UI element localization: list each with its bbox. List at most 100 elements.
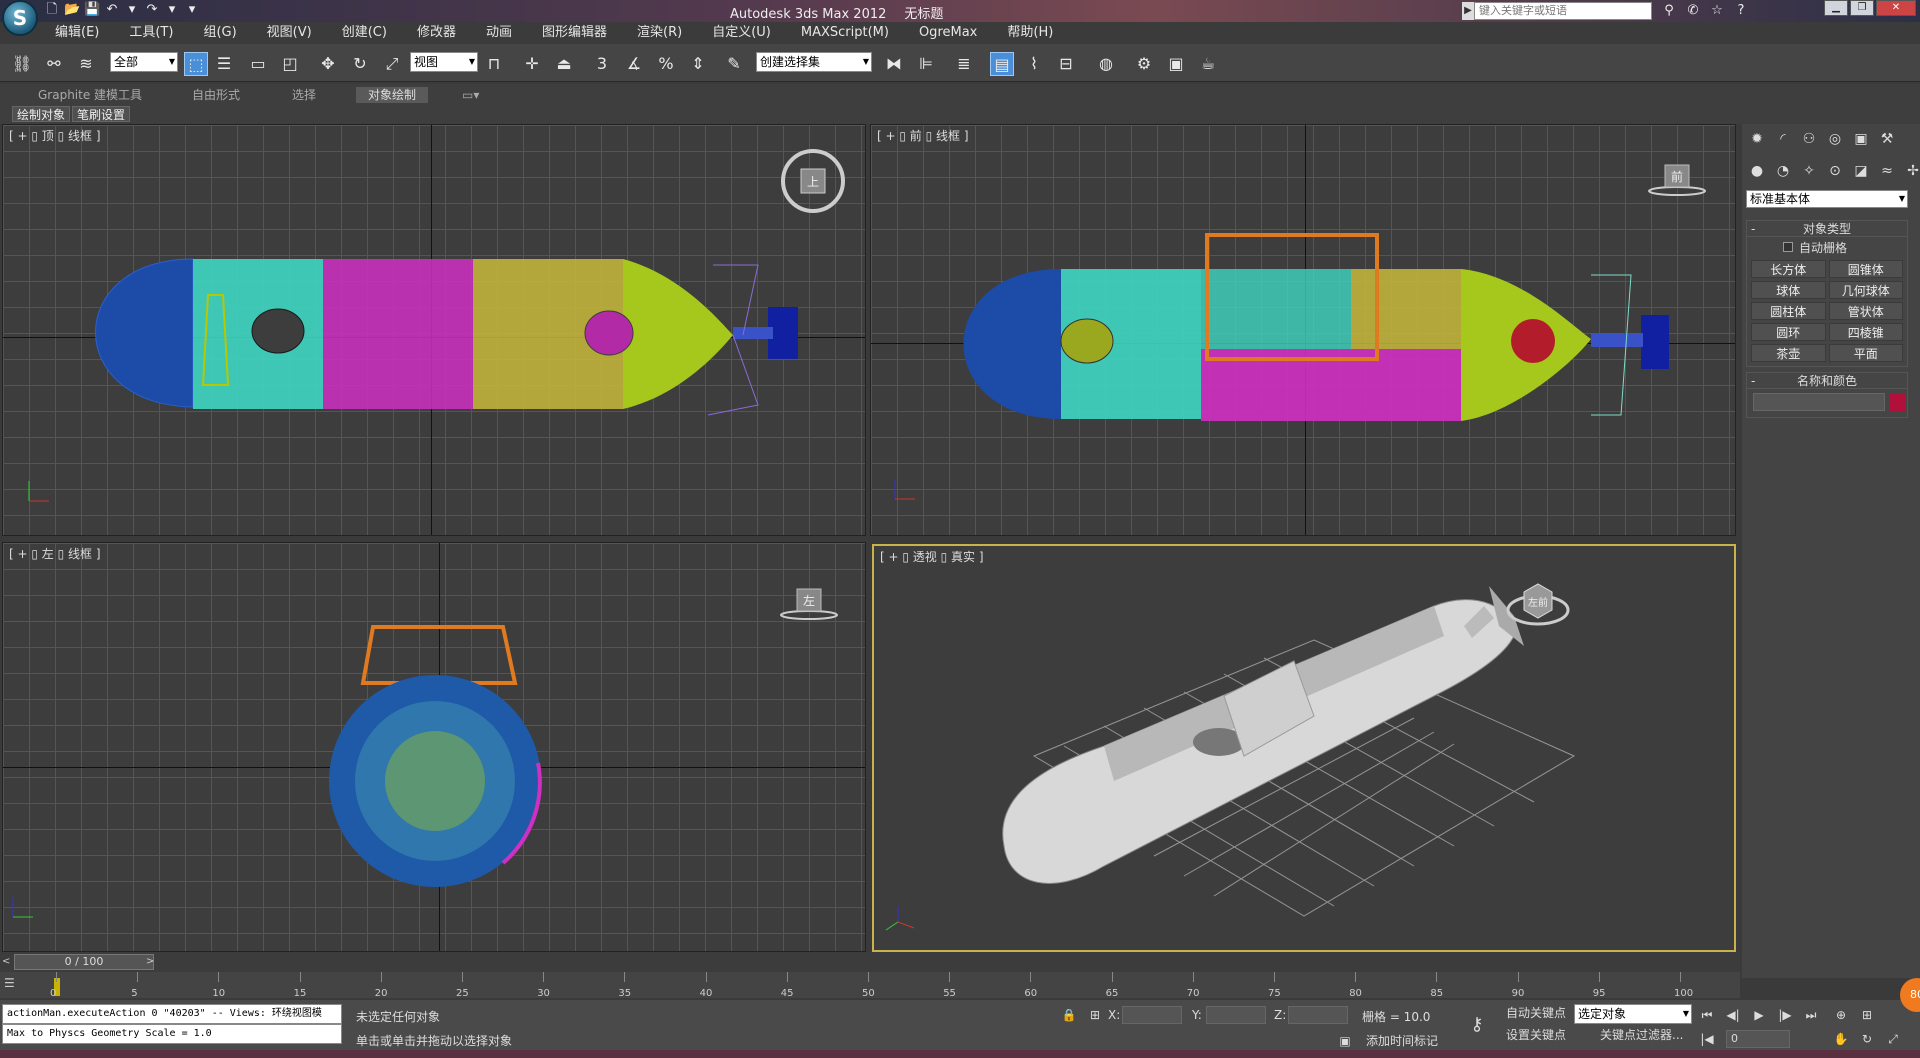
goto-start-icon[interactable]: ⏮ [1698,1006,1716,1024]
spacewarps-icon[interactable]: ≈ [1876,160,1898,182]
ribbon-options-icon[interactable]: ▭▾ [462,87,479,103]
schematic-view-icon[interactable]: ⊟ [1054,52,1078,76]
sphere-button[interactable]: 球体 [1751,281,1826,299]
torus-button[interactable]: 圆环 [1751,323,1826,341]
menu-customize[interactable]: 自定义(U) [697,22,786,44]
cone-button[interactable]: 圆锥体 [1828,260,1903,278]
spinner-snap-icon[interactable]: ⇕ [686,52,710,76]
play-icon[interactable]: ▶ [1750,1006,1768,1024]
app-logo[interactable]: S [2,0,38,36]
search-input[interactable]: 键入关键字或短语 [1474,2,1652,20]
favorites-icon[interactable]: ☆ [1708,2,1726,20]
binoculars-icon[interactable]: ⚲ [1660,2,1678,20]
search-arrow-icon[interactable]: ▶ [1462,2,1474,20]
modify-tab-icon[interactable]: ◜ [1772,128,1794,150]
layer-manager-icon[interactable]: ≣ [952,52,976,76]
new-file-icon[interactable]: 🗋 [44,2,60,18]
viewcube-perspective[interactable]: 左前 [1506,570,1570,634]
tab-object-paint[interactable]: 对象绘制 [356,87,429,103]
set-key-icon[interactable]: ⚷ [1468,1016,1486,1034]
qat-dropdown-icon[interactable]: ▾ [184,2,200,18]
move-icon[interactable]: ✥ [316,52,340,76]
menu-modifiers[interactable]: 修改器 [402,22,471,44]
viewport-left[interactable]: [ + ▯ 左 ▯ 线框 ] 左 [2,542,866,952]
y-coordinate-field[interactable] [1206,1006,1266,1024]
help-icon[interactable]: ? [1732,2,1750,20]
pivot-center-icon[interactable]: ⊓ [482,52,506,76]
align-icon[interactable]: ⊫ [914,52,938,76]
add-time-tag[interactable]: 添加时间标记 [1366,1032,1438,1049]
next-frame-icon[interactable]: > [146,956,154,967]
undo-icon[interactable]: ↶ [104,2,120,18]
name-color-title[interactable]: 名称和颜色 [1747,373,1907,389]
z-coordinate-field[interactable] [1288,1006,1348,1024]
selection-filter-select[interactable]: 全部 [110,52,178,72]
angle-snap-icon[interactable]: ∡ [622,52,646,76]
graphite-toggle-icon[interactable]: ▤ [990,52,1014,76]
menu-animation[interactable]: 动画 [471,22,527,44]
undo-dropdown-icon[interactable]: ▾ [124,2,140,18]
select-object-icon[interactable]: ⬚ [184,52,208,76]
teapot-button[interactable]: 茶壶 [1751,344,1826,362]
menu-create[interactable]: 创建(C) [327,22,402,44]
time-slider[interactable]: 0 / 100 [14,954,154,970]
create-tab-icon[interactable]: ✹ [1746,128,1768,150]
render-teapot-icon[interactable]: ☕ [1196,52,1220,76]
display-tab-icon[interactable]: ▣ [1850,128,1872,150]
link-icon[interactable]: ⛓ [10,52,34,76]
prev-frame-icon[interactable]: < [2,956,10,967]
rendered-frame-icon[interactable]: ▣ [1164,52,1188,76]
communication-icon[interactable]: ✆ [1684,2,1702,20]
menu-group[interactable]: 组(G) [188,22,251,44]
menu-help[interactable]: 帮助(H) [992,22,1068,44]
tube-button[interactable]: 管状体 [1828,302,1903,320]
reference-coord-select[interactable]: 视图 [410,52,478,72]
time-tag-icon[interactable]: ▣ [1336,1032,1354,1050]
rect-selection-icon[interactable]: ▭ [246,52,270,76]
hierarchy-tab-icon[interactable]: ⚇ [1798,128,1820,150]
orbit-icon[interactable]: ↻ [1858,1030,1876,1048]
unlink-icon[interactable]: ⚯ [42,52,66,76]
render-setup-icon[interactable]: ⚙ [1132,52,1156,76]
mini-curve-editor-icon[interactable]: ☰ [4,976,22,994]
plane-button[interactable]: 平面 [1828,344,1903,362]
menu-rendering[interactable]: 渲染(R) [622,22,697,44]
percent-snap-icon[interactable]: % [654,52,678,76]
menu-edit[interactable]: 编辑(E) [40,22,114,44]
goto-end-icon[interactable]: ⏭ [1802,1006,1820,1024]
helpers-icon[interactable]: ◪ [1850,160,1872,182]
box-button[interactable]: 长方体 [1751,260,1826,278]
restore-button[interactable]: ❐ [1850,0,1874,16]
menu-maxscript[interactable]: MAXScript(M) [786,22,904,44]
open-file-icon[interactable]: 📂 [64,2,80,18]
lock-selection-icon[interactable]: 🔒 [1060,1006,1078,1024]
tab-paint-objects[interactable]: 绘制对象 [12,106,71,122]
pan-icon[interactable]: ✋ [1832,1030,1850,1048]
named-selection-select[interactable]: 创建选择集 [756,52,872,72]
next-key-icon[interactable]: |▶ [1776,1006,1794,1024]
viewcube-left[interactable]: 左 [777,583,841,647]
window-crossing-icon[interactable]: ◰ [278,52,302,76]
pyramid-button[interactable]: 四棱锥 [1828,323,1903,341]
x-coordinate-field[interactable] [1122,1006,1182,1024]
select-by-name-icon[interactable]: ☰ [212,52,236,76]
object-color-swatch[interactable] [1889,393,1905,411]
key-filters-button[interactable]: 关键点过滤器... [1600,1026,1683,1044]
viewport-front[interactable]: [ + ▯ 前 ▯ 线框 ] 前 [870,124,1736,536]
cameras-icon[interactable]: ⊙ [1824,160,1846,182]
mirror-icon[interactable]: ⧓ [882,52,906,76]
key-selection-select[interactable]: 选定对象 [1574,1004,1692,1024]
minimize-button[interactable]: ▁ [1824,0,1848,16]
notification-badge[interactable]: 80 [1900,978,1920,1012]
edit-named-sets-icon[interactable]: ✎ [722,52,746,76]
shapes-icon[interactable]: ◔ [1772,160,1794,182]
object-type-title[interactable]: 对象类型 [1747,221,1907,237]
redo-dropdown-icon[interactable]: ▾ [164,2,180,18]
maximize-viewport-icon[interactable]: ⤢ [1884,1030,1902,1048]
zoom-icon[interactable]: ⊕ [1832,1006,1850,1024]
viewport-top[interactable]: [ + ▯ 顶 ▯ 线框 ] 上 [2,124,866,536]
material-editor-icon[interactable]: ◍ [1094,52,1118,76]
geosphere-button[interactable]: 几何球体 [1828,281,1903,299]
lights-icon[interactable]: ✧ [1798,160,1820,182]
viewcube-top[interactable]: 上 [781,149,845,213]
